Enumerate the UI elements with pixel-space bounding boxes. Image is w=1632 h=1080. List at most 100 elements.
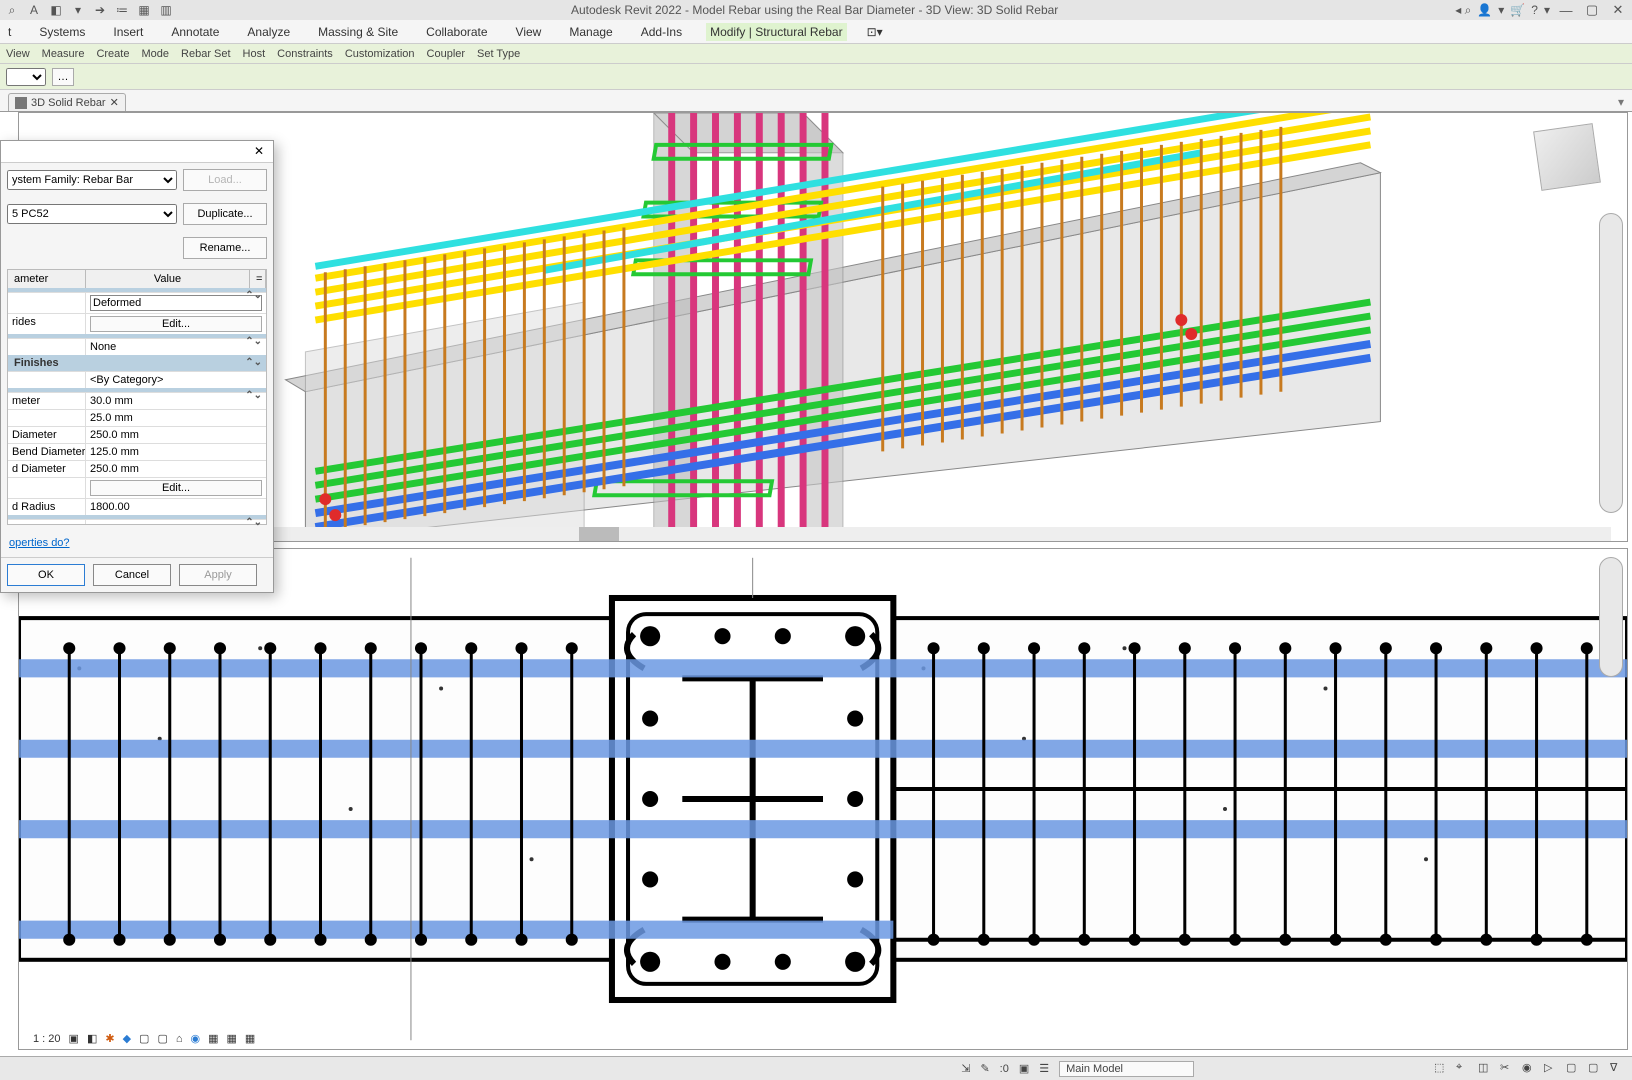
- close-button[interactable]: ✕: [1608, 3, 1628, 17]
- cart-icon[interactable]: 🛒: [1510, 3, 1525, 17]
- property-value[interactable]: 1800.00: [86, 499, 266, 515]
- view-icon[interactable]: ▦: [208, 1032, 218, 1045]
- tab-overflow-icon[interactable]: ▾: [1610, 93, 1632, 111]
- scale-value[interactable]: 1 : 20: [33, 1033, 61, 1045]
- duplicate-button[interactable]: Duplicate...: [183, 203, 267, 225]
- status-icon[interactable]: ⬚: [1434, 1061, 1450, 1077]
- ok-button[interactable]: OK: [7, 564, 85, 586]
- view-icon[interactable]: ▢: [157, 1032, 167, 1045]
- status-icon[interactable]: ▢: [1588, 1061, 1604, 1077]
- property-value[interactable]: 250.0 mm: [86, 427, 266, 443]
- property-value[interactable]: 125.0 mm: [86, 444, 266, 460]
- view-icon[interactable]: ◧: [87, 1032, 97, 1045]
- status-icon[interactable]: ✂: [1500, 1061, 1516, 1077]
- viewcube[interactable]: [1533, 123, 1601, 191]
- menu-item[interactable]: Add-Ins: [637, 23, 686, 41]
- property-input[interactable]: [90, 295, 262, 311]
- navigation-bar[interactable]: [1599, 557, 1623, 677]
- status-icon[interactable]: ☰: [1039, 1062, 1049, 1075]
- qat-icon[interactable]: ▾: [70, 2, 86, 18]
- menu-item[interactable]: Manage: [565, 23, 616, 41]
- load-button[interactable]: Load...: [183, 169, 267, 191]
- dropdown-icon[interactable]: ▾: [1544, 3, 1550, 17]
- ribbon-dropdown[interactable]: [6, 68, 46, 86]
- qat-icon[interactable]: ▥: [158, 2, 174, 18]
- property-value[interactable]: Edit...: [86, 478, 266, 498]
- view-icon[interactable]: ▦: [227, 1032, 237, 1045]
- dropdown-icon[interactable]: ▾: [1498, 3, 1504, 17]
- view-icon[interactable]: ◉: [191, 1032, 201, 1045]
- property-section[interactable]: ⌃⌄: [8, 388, 266, 392]
- qat-icon[interactable]: ▦: [136, 2, 152, 18]
- qat-icon[interactable]: ➔: [92, 2, 108, 18]
- property-section[interactable]: ⌃⌄: [8, 288, 266, 292]
- menu-item[interactable]: Insert: [109, 23, 147, 41]
- view-icon[interactable]: ▣: [69, 1032, 79, 1045]
- edit-button[interactable]: Edit...: [90, 316, 262, 332]
- view-icon[interactable]: ✱: [105, 1032, 114, 1045]
- qat-icon[interactable]: ◧: [48, 2, 64, 18]
- cancel-button[interactable]: Cancel: [93, 564, 171, 586]
- status-icon[interactable]: ▷: [1544, 1061, 1560, 1077]
- dialog-titlebar[interactable]: ✕: [1, 141, 273, 163]
- chevron-icon[interactable]: ⌃⌄: [245, 357, 262, 368]
- status-icon[interactable]: ▢: [1566, 1061, 1582, 1077]
- menu-item[interactable]: Annotate: [167, 23, 223, 41]
- apply-button[interactable]: Apply: [179, 564, 257, 586]
- menu-item[interactable]: Systems: [35, 23, 89, 41]
- qat-icon[interactable]: ≔: [114, 2, 130, 18]
- document-tab[interactable]: 3D Solid Rebar ✕: [8, 93, 126, 111]
- view-icon[interactable]: ▦: [245, 1032, 255, 1045]
- menu-item-active[interactable]: Modify | Structural Rebar: [706, 23, 847, 41]
- property-section[interactable]: Finishes⌃⌄: [8, 355, 266, 371]
- status-icon[interactable]: ✎: [980, 1062, 989, 1075]
- status-icon[interactable]: ▣: [1019, 1062, 1029, 1075]
- type-select[interactable]: 5 PC52: [7, 204, 177, 224]
- chevron-icon[interactable]: ⌃⌄: [245, 390, 262, 401]
- view-icon[interactable]: ◆: [123, 1032, 131, 1045]
- ribbon-button[interactable]: …: [52, 68, 74, 86]
- status-icon[interactable]: ◉: [1522, 1061, 1538, 1077]
- menu-item[interactable]: View: [512, 23, 546, 41]
- user-icon[interactable]: 👤: [1477, 3, 1492, 17]
- chevron-icon[interactable]: ⌃⌄: [245, 517, 262, 528]
- menu-item[interactable]: Massing & Site: [314, 23, 402, 41]
- property-value[interactable]: [86, 520, 266, 524]
- plan-view[interactable]: 1 : 20 ▣ ◧ ✱ ◆ ▢ ▢ ⌂ ◉ ▦ ▦ ▦: [18, 548, 1628, 1050]
- property-value[interactable]: 30.0 mm: [86, 393, 266, 409]
- close-icon[interactable]: ✕: [251, 144, 267, 160]
- status-icon[interactable]: ⌖: [1456, 1061, 1472, 1077]
- property-value[interactable]: <By Category>: [86, 372, 266, 388]
- status-icon[interactable]: ◫: [1478, 1061, 1494, 1077]
- menu-trailing-icon[interactable]: ⊡▾: [867, 25, 883, 39]
- close-tab-icon[interactable]: ✕: [110, 96, 119, 109]
- help-icon[interactable]: ?: [1531, 3, 1538, 17]
- view-icon[interactable]: ▢: [139, 1032, 149, 1045]
- edit-button[interactable]: Edit...: [90, 480, 262, 496]
- help-link[interactable]: operties do?: [1, 529, 273, 557]
- property-section[interactable]: ⌃⌄: [8, 334, 266, 338]
- status-icon[interactable]: ⇲: [961, 1062, 970, 1075]
- menu-item[interactable]: Collaborate: [422, 23, 491, 41]
- main-model-selector[interactable]: Main Model: [1059, 1061, 1194, 1077]
- property-value[interactable]: None: [86, 339, 266, 355]
- qat-icon[interactable]: A: [26, 2, 42, 18]
- menu-item[interactable]: t: [4, 23, 15, 41]
- status-icon[interactable]: ∇: [1610, 1061, 1626, 1077]
- property-section[interactable]: ⌃⌄: [8, 515, 266, 519]
- property-value[interactable]: [86, 293, 266, 313]
- view-icon[interactable]: ⌂: [176, 1033, 183, 1045]
- chevron-icon[interactable]: ⌃⌄: [245, 290, 262, 301]
- property-value[interactable]: 25.0 mm: [86, 410, 266, 426]
- family-select[interactable]: ystem Family: Rebar Bar: [7, 170, 177, 190]
- rename-button[interactable]: Rename...: [183, 237, 267, 259]
- menu-item[interactable]: Analyze: [243, 23, 294, 41]
- scrollbar-thumb[interactable]: [579, 527, 619, 541]
- binoculars-icon[interactable]: ◂ ⌕: [1455, 3, 1471, 18]
- property-value[interactable]: Edit...: [86, 314, 266, 334]
- minimize-button[interactable]: —: [1556, 3, 1576, 17]
- chevron-icon[interactable]: ⌃⌄: [245, 336, 262, 347]
- navigation-bar[interactable]: [1599, 213, 1623, 513]
- qat-icon[interactable]: ⌕: [4, 2, 20, 18]
- restore-button[interactable]: ▢: [1582, 3, 1602, 17]
